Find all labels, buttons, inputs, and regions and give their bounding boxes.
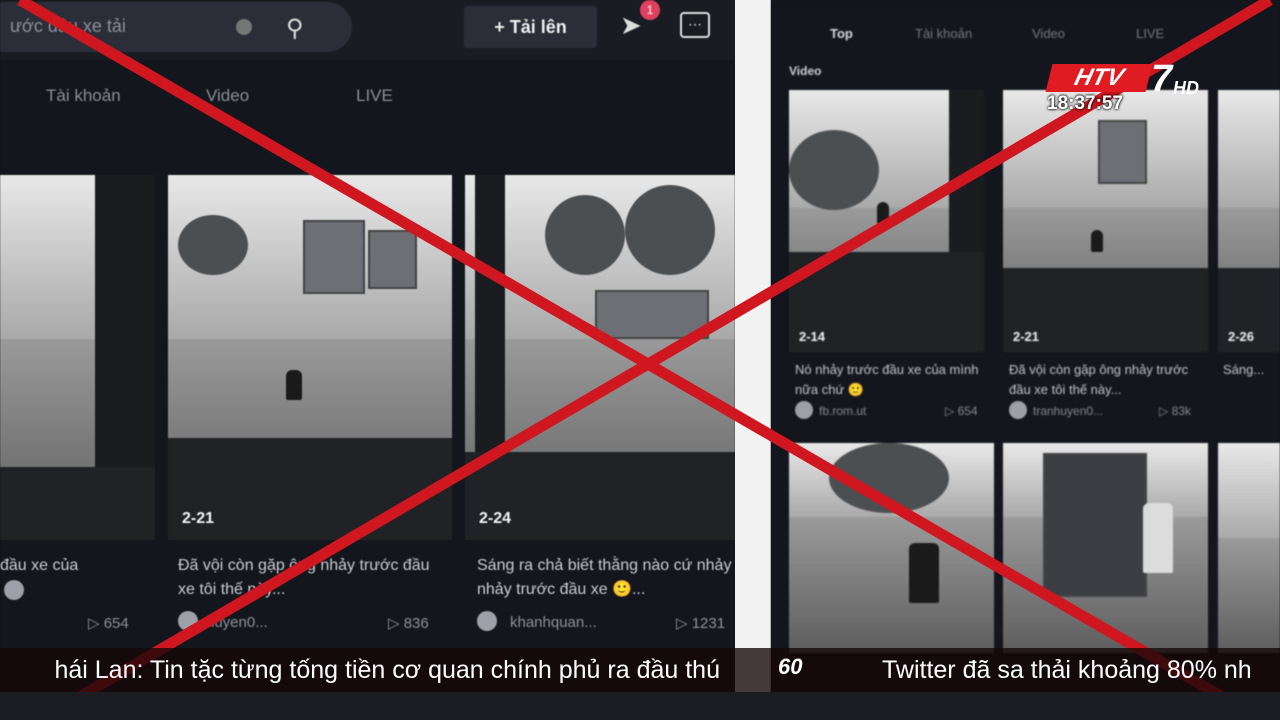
- video-thumbnail[interactable]: [1003, 443, 1208, 653]
- channel-logo: HTV 7 HD 18:37:57: [1045, 58, 1205, 116]
- video-duration: 2-21: [182, 510, 215, 527]
- author-name[interactable]: huyen0...: [206, 614, 268, 631]
- avatar[interactable]: [477, 611, 497, 631]
- video-duration: 2-14: [799, 329, 826, 344]
- message-icon[interactable]: ⋯: [680, 12, 710, 38]
- video-caption[interactable]: Nó nhảy trước đầu xe của mình nữa chứ 🙂: [795, 360, 985, 400]
- views-value: 654: [103, 615, 129, 632]
- video-caption[interactable]: Sáng ra chả biết thằng nào cứ nhảy nhảy …: [477, 554, 735, 602]
- view-count: ▷ 654: [945, 404, 978, 418]
- tab-video[interactable]: Video: [206, 86, 249, 106]
- video-caption[interactable]: đầu xe của: [0, 554, 78, 578]
- clear-icon[interactable]: [236, 19, 252, 35]
- views-value: 83k: [1171, 404, 1191, 418]
- left-screenshot-panel: ước đầu xe tải ⚲ + Tải lên ➤ 1 ⋯ Tài kho…: [0, 0, 735, 720]
- search-icon[interactable]: ⚲: [286, 14, 304, 43]
- video-thumbnail[interactable]: 2-21: [1003, 90, 1208, 352]
- tab-video[interactable]: Video: [1032, 26, 1065, 41]
- logo-hd: HD: [1173, 78, 1199, 98]
- search-tabs: Top Tài khoản Video LIVE: [771, 26, 1280, 50]
- avatar[interactable]: [1009, 401, 1027, 419]
- tab-live[interactable]: LIVE: [356, 86, 393, 106]
- view-count: ▷ 654: [88, 615, 129, 632]
- logo-number: 7: [1151, 58, 1173, 100]
- tab-accounts[interactable]: Tài khoản: [915, 26, 972, 41]
- news-ticker: hái Lan: Tin tặc từng tống tiền cơ quan …: [0, 648, 1280, 692]
- video-caption[interactable]: Sáng...: [1223, 360, 1264, 380]
- send-icon[interactable]: ➤: [620, 10, 642, 41]
- author-name[interactable]: khanhquan...: [510, 614, 597, 631]
- video-thumbnail[interactable]: [789, 443, 994, 653]
- views-value: 836: [403, 615, 429, 632]
- video-thumbnail[interactable]: 2-14: [789, 90, 984, 352]
- search-tabs: Tài khoản Video LIVE: [0, 86, 735, 110]
- view-count: ▷ 1231: [676, 615, 726, 632]
- logo-letters: HTV: [1045, 64, 1153, 92]
- search-query: ước đầu xe tải: [10, 16, 126, 36]
- video-duration: 2-24: [479, 510, 512, 527]
- top-bar: ước đầu xe tải ⚲ + Tải lên ➤ 1 ⋯: [0, 0, 735, 60]
- panel-divider: [735, 0, 771, 720]
- section-label: Video: [789, 64, 822, 78]
- search-input[interactable]: ước đầu xe tải ⚲: [0, 2, 352, 52]
- author-name[interactable]: tranhuyen0...: [1033, 404, 1103, 418]
- video-thumbnail[interactable]: [0, 175, 155, 540]
- tab-top[interactable]: Top: [830, 26, 853, 41]
- tab-live[interactable]: LIVE: [1136, 26, 1164, 41]
- video-caption[interactable]: Đã vội còn gặp ông nhảy trước đầu xe tôi…: [178, 554, 448, 602]
- video-duration: 2-21: [1013, 329, 1040, 344]
- view-count: ▷ 836: [388, 615, 429, 632]
- views-value: 1231: [691, 615, 726, 632]
- ticker-headline-1: hái Lan: Tin tặc từng tống tiền cơ quan …: [54, 656, 720, 684]
- video-thumbnail[interactable]: 2-26: [1218, 90, 1280, 352]
- ticker-logo: 60: [778, 654, 803, 679]
- author-name[interactable]: fb.rom.ut: [819, 404, 866, 418]
- video-caption[interactable]: Đã vội còn gặp ông nhảy trước đầu xe tôi…: [1009, 360, 1205, 400]
- views-value: 654: [957, 404, 978, 418]
- notification-badge: 1: [640, 0, 660, 20]
- upload-button[interactable]: + Tải lên: [464, 6, 597, 48]
- broadcast-clock: 18:37:57: [1047, 93, 1124, 114]
- video-thumbnail[interactable]: 2-24: [465, 175, 735, 540]
- avatar[interactable]: [4, 580, 24, 600]
- view-count: ▷ 83k: [1159, 404, 1191, 418]
- video-thumbnail[interactable]: [1218, 443, 1280, 653]
- video-thumbnail[interactable]: 2-21: [168, 175, 452, 540]
- bottom-strip: [0, 692, 1280, 720]
- tab-accounts[interactable]: Tài khoản: [46, 86, 121, 106]
- ticker-headline-2: Twitter đã sa thải khoảng 80% nh: [882, 656, 1252, 684]
- video-duration: 2-26: [1228, 329, 1255, 344]
- avatar[interactable]: [178, 611, 198, 631]
- avatar[interactable]: [795, 401, 813, 419]
